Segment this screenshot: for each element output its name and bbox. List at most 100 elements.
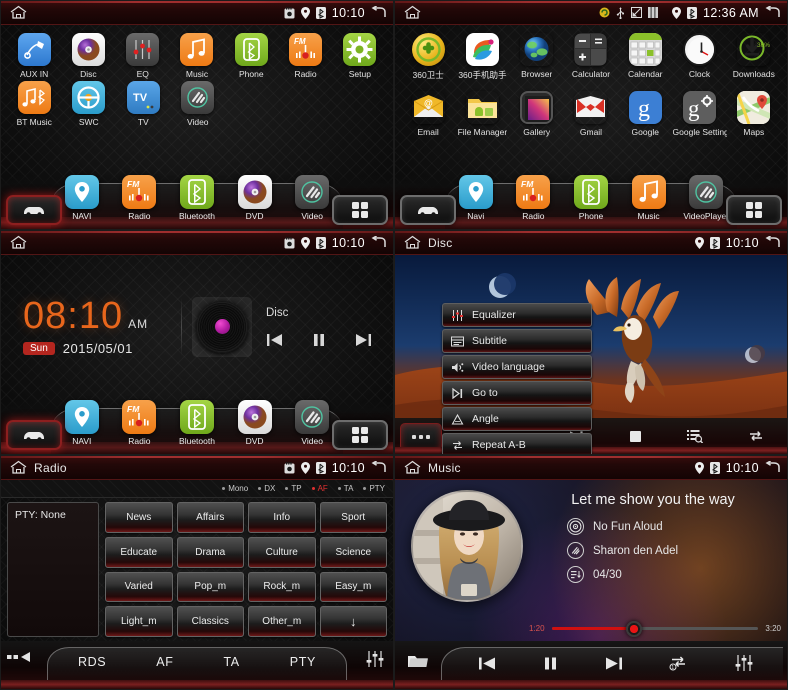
- app-360-assistant[interactable]: 360手机助手: [455, 33, 509, 81]
- app-calculator[interactable]: Calculator: [564, 33, 618, 81]
- app-maps[interactable]: Maps: [727, 91, 781, 137]
- progress-slider[interactable]: [551, 620, 759, 637]
- pause-button[interactable]: [312, 333, 326, 347]
- pty-button-rock-m[interactable]: Rock_m: [248, 571, 316, 603]
- app-file-manager[interactable]: File Manager: [455, 91, 509, 137]
- dock-item-dvd[interactable]: DVD: [230, 175, 280, 221]
- back-icon[interactable]: [371, 6, 387, 19]
- disc-menu-item-angle[interactable]: Angle: [442, 407, 592, 431]
- app-video[interactable]: Video: [171, 81, 226, 127]
- home-icon[interactable]: [9, 460, 28, 475]
- pty-button-affairs[interactable]: Affairs: [176, 502, 244, 533]
- app-aux-in[interactable]: AUX IN: [7, 33, 61, 79]
- playlist-search-button[interactable]: [687, 429, 704, 443]
- tab-rds[interactable]: RDS: [78, 655, 106, 669]
- all-apps-button[interactable]: [332, 420, 388, 450]
- pty-button-drama[interactable]: Drama: [176, 536, 244, 568]
- disc-menu-item-equalizer[interactable]: Equalizer: [442, 303, 592, 327]
- app-eq[interactable]: EQ: [116, 33, 170, 79]
- app-clock[interactable]: Clock: [672, 33, 726, 81]
- app-360-guard[interactable]: 360卫士: [401, 33, 455, 81]
- app-downloads[interactable]: 36% Downloads: [727, 33, 781, 81]
- dock-item-radio[interactable]: FM Radio: [115, 400, 165, 446]
- dock-item-video[interactable]: Video: [287, 175, 337, 221]
- home-icon[interactable]: [403, 460, 422, 475]
- next-track-button[interactable]: [354, 333, 372, 347]
- dock-item-dvd[interactable]: DVD: [230, 400, 280, 446]
- app-gallery[interactable]: Gallery: [510, 91, 564, 137]
- pty-button-science[interactable]: Science: [319, 536, 387, 568]
- radio-equalizer-button[interactable]: [365, 649, 385, 669]
- back-icon[interactable]: [371, 461, 387, 474]
- video-surface[interactable]: Equalizer Subtitle Video language Go to …: [395, 255, 787, 454]
- tab-pty[interactable]: PTY: [290, 655, 316, 669]
- home-icon[interactable]: [9, 235, 28, 250]
- tab-ta[interactable]: TA: [224, 655, 240, 669]
- progress-knob[interactable]: [626, 620, 643, 637]
- pty-page-down-button[interactable]: ↓: [319, 606, 387, 637]
- back-icon[interactable]: [765, 6, 781, 19]
- all-apps-button[interactable]: [726, 195, 782, 225]
- app-setup[interactable]: Setup: [333, 33, 387, 79]
- app-google-settings[interactable]: g Google Settings: [672, 91, 727, 137]
- dock-item-navi[interactable]: Navi: [451, 175, 501, 221]
- stop-button[interactable]: [629, 430, 642, 443]
- app-radio[interactable]: FM Radio: [278, 33, 332, 79]
- dock-item-bluetooth[interactable]: Bluetooth: [172, 400, 222, 446]
- dock-item-videoplayer[interactable]: VideoPlayer: [681, 175, 731, 221]
- disc-menu-item-video-language[interactable]: Video language: [442, 355, 592, 379]
- pty-button-news[interactable]: News: [105, 502, 173, 533]
- app-calendar[interactable]: Calendar: [618, 33, 672, 81]
- app-tv[interactable]: TV TV: [116, 81, 171, 127]
- dock-item-navi[interactable]: NAVI: [57, 175, 107, 221]
- app-swc[interactable]: SWC: [62, 81, 117, 127]
- app-browser[interactable]: Browser: [510, 33, 564, 81]
- pty-button-sport[interactable]: Sport: [319, 502, 387, 533]
- app-gmail[interactable]: Gmail: [564, 91, 618, 137]
- car-mode-button[interactable]: [6, 420, 62, 450]
- disc-menu-item-subtitle[interactable]: Subtitle: [442, 329, 592, 353]
- clock-widget[interactable]: 08:10 AM Sun 2015/05/01: [1, 297, 171, 356]
- home-icon[interactable]: [403, 5, 422, 20]
- dock-item-radio[interactable]: FM Radio: [509, 175, 559, 221]
- dock-item-bluetooth[interactable]: Bluetooth: [172, 175, 222, 221]
- prev-track-button[interactable]: [478, 656, 497, 671]
- dock-item-radio[interactable]: FM Radio: [115, 175, 165, 221]
- repeat-button[interactable]: [748, 429, 764, 443]
- pty-button-info[interactable]: Info: [248, 502, 316, 533]
- repeat-one-button[interactable]: 1: [669, 655, 688, 671]
- app-music[interactable]: Music: [170, 33, 224, 79]
- back-icon[interactable]: [765, 461, 781, 474]
- app-bt-music[interactable]: BT Music: [7, 81, 62, 127]
- pty-button-other-m[interactable]: Other_m: [248, 606, 316, 637]
- app-phone[interactable]: Phone: [224, 33, 278, 79]
- dock-item-video[interactable]: Video: [287, 400, 337, 446]
- equalizer-button[interactable]: [734, 653, 754, 673]
- dock-item-navi[interactable]: NAVI: [57, 400, 107, 446]
- car-mode-button[interactable]: [6, 195, 62, 225]
- pty-button-varied[interactable]: Varied: [105, 571, 173, 603]
- car-mode-button[interactable]: [400, 195, 456, 225]
- back-icon[interactable]: [371, 236, 387, 249]
- pty-button-pop-m[interactable]: Pop_m: [176, 571, 244, 603]
- more-button[interactable]: [400, 423, 442, 451]
- disc-menu-item-goto[interactable]: Go to: [442, 381, 592, 405]
- folder-button[interactable]: [407, 653, 429, 669]
- pty-button-easy-m[interactable]: Easy_m: [319, 571, 387, 603]
- all-apps-button[interactable]: [332, 195, 388, 225]
- dock-item-phone[interactable]: Phone: [566, 175, 616, 221]
- tab-af[interactable]: AF: [156, 655, 173, 669]
- next-track-button[interactable]: [604, 656, 623, 671]
- app-disc[interactable]: Disc: [61, 33, 115, 79]
- pty-button-culture[interactable]: Culture: [248, 536, 316, 568]
- disc-menu-item-repeat-ab[interactable]: Repeat A-B: [442, 433, 592, 454]
- pty-button-classics[interactable]: Classics: [176, 606, 244, 637]
- prev-track-button[interactable]: [266, 333, 284, 347]
- home-icon[interactable]: [9, 5, 28, 20]
- pty-button-light-m[interactable]: Light_m: [105, 606, 173, 637]
- back-icon[interactable]: [765, 236, 781, 249]
- app-google[interactable]: g Google: [618, 91, 672, 137]
- home-icon[interactable]: [403, 235, 422, 250]
- band-list-button[interactable]: [7, 651, 33, 663]
- pause-button[interactable]: [543, 656, 558, 671]
